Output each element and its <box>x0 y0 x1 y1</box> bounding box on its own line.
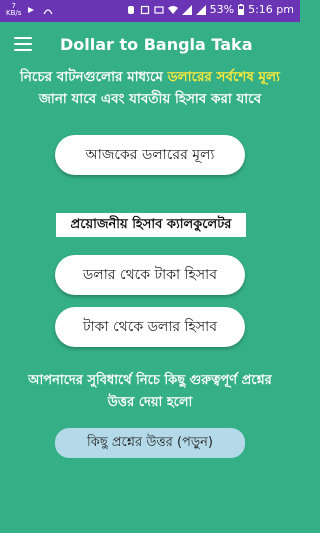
notification-app-icon <box>28 7 35 13</box>
intro-text: নিচের বাটনগুলোর মাধ্যমে ডলারের সর্বশেষ ম… <box>8 66 292 110</box>
questions-button[interactable]: কিছু প্রশ্নের উত্তর (পড়ুন) <box>55 428 245 458</box>
network-speed: 7 KB/s <box>6 3 21 17</box>
signal-2-icon <box>195 4 206 15</box>
intro-part1: নিচের বাটনগুলোর মাধ্যমে <box>20 69 168 85</box>
menu-icon[interactable] <box>14 37 32 51</box>
signal-off-icon <box>43 9 53 15</box>
battery-percent: 53% <box>209 3 235 16</box>
vibrate-icon <box>154 5 164 14</box>
clock: 5:16 pm <box>248 3 294 16</box>
todays-rate-button[interactable]: আজকের ডলারের মূল্য <box>55 135 245 175</box>
app-title: Dollar to Bangla Taka <box>60 35 253 54</box>
questions-note: আপনাদের সুবিধার্থে নিচে কিছু গুরুত্বপূর্… <box>28 373 272 410</box>
status-bar: 7 KB/s 53% 5:16 pm <box>0 0 300 22</box>
signal-icon <box>181 4 192 15</box>
alarm-icon <box>140 5 149 14</box>
network-speed-unit: KB/s <box>6 9 22 17</box>
intro-part2: জানা যাবে এবং যাবতীয় হিসাব করা যাবে <box>38 91 262 107</box>
taka-to-dollar-button[interactable]: টাকা থেকে ডলার হিসাব <box>55 307 245 347</box>
intro-highlight: ডলারের সর্বশেষ মূল্য <box>167 69 280 85</box>
wifi-icon <box>167 5 178 14</box>
mute-icon <box>127 5 134 14</box>
battery-icon <box>238 4 245 15</box>
dollar-to-taka-button[interactable]: ডলার থেকে টাকা হিসাব <box>55 255 245 295</box>
calculator-label: প্রয়োজনীয় হিসাব ক্যালকুলেটর <box>56 213 246 237</box>
app-bar: Dollar to Bangla Taka <box>0 22 300 68</box>
